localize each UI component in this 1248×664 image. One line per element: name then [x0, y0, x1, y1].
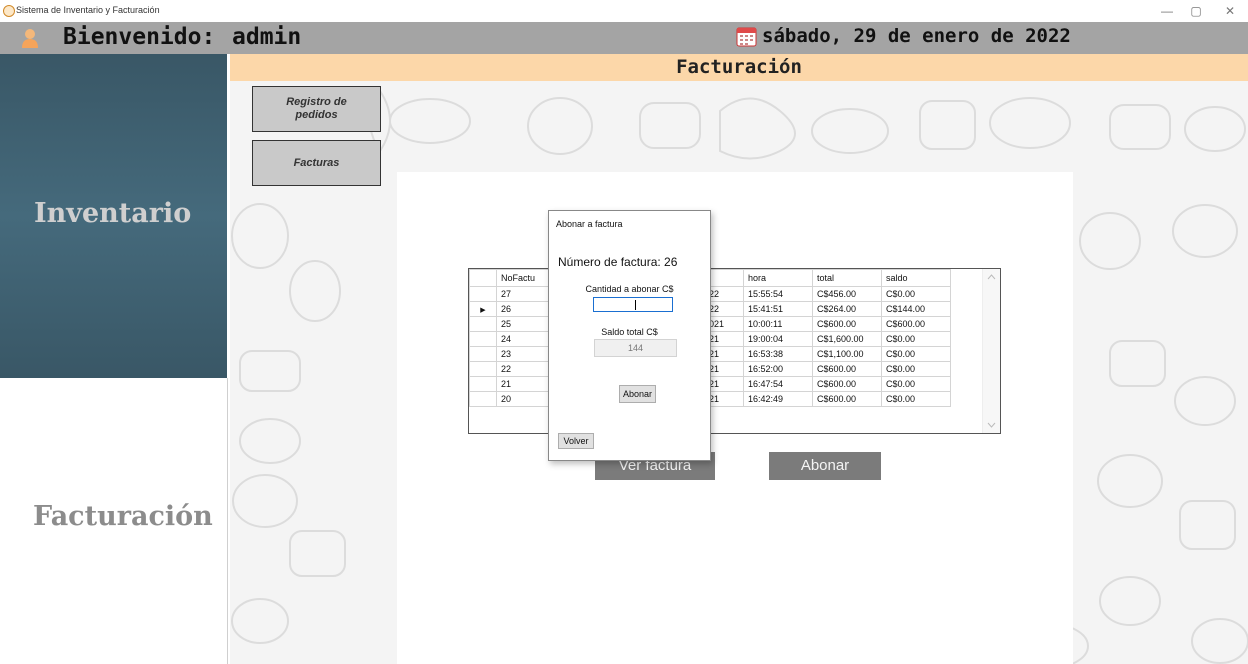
table-cell[interactable]: C$0.00	[881, 331, 951, 347]
dialog-title: Abonar a factura	[556, 219, 623, 229]
table-cell[interactable]: C$0.00	[881, 346, 951, 362]
table-cell[interactable]: C$0.00	[881, 286, 951, 302]
table-scrollbar[interactable]	[982, 269, 1000, 433]
row-header-corner	[469, 269, 497, 287]
table-cell[interactable]: C$600.00	[812, 391, 882, 407]
table-cell[interactable]: 16:42:49	[743, 391, 813, 407]
payment-dialog: Abonar a factura Número de factura: 26 C…	[548, 210, 711, 461]
table-cell[interactable]: C$600.00	[881, 316, 951, 332]
table-cell[interactable]: C$0.00	[881, 391, 951, 407]
table-cell[interactable]: 16:53:38	[743, 346, 813, 362]
maximize-button[interactable]: ▢	[1181, 3, 1211, 19]
table-cell[interactable]: C$600.00	[812, 361, 882, 377]
sidebar-item-label: Facturación	[33, 501, 213, 532]
back-button[interactable]: Volver	[558, 433, 594, 449]
pay-button[interactable]: Abonar	[769, 452, 881, 480]
close-button[interactable]: ✕	[1215, 3, 1245, 19]
current-row-icon: ▶	[480, 307, 486, 314]
username-label: admin	[232, 24, 302, 50]
app-icon	[3, 5, 15, 17]
orders-register-button[interactable]: Registro de pedidos	[252, 86, 381, 132]
section-title: Facturación	[676, 56, 802, 78]
table-cell[interactable]: C$600.00	[812, 376, 882, 392]
row-header[interactable]	[469, 346, 497, 362]
sidebar-item-inventario[interactable]: Inventario	[0, 54, 227, 378]
table-cell[interactable]: 15:55:54	[743, 286, 813, 302]
main-area: Facturación Registro de pedidos Facturas…	[230, 54, 1248, 664]
table-cell[interactable]: C$456.00	[812, 286, 882, 302]
table-cell[interactable]: 19:00:04	[743, 331, 813, 347]
balance-label: Saldo total C$	[601, 327, 658, 337]
table-cell[interactable]: C$1,100.00	[812, 346, 882, 362]
text-caret	[635, 300, 636, 310]
table-cell[interactable]: C$264.00	[812, 301, 882, 317]
minimize-button[interactable]: —	[1152, 3, 1182, 19]
table-cell[interactable]: C$1,600.00	[812, 331, 882, 347]
current-date: sábado, 29 de enero de 2022	[762, 25, 1071, 47]
column-header[interactable]: total	[812, 269, 882, 287]
row-header[interactable]	[469, 286, 497, 302]
balance-field: 144	[594, 339, 677, 357]
table-cell[interactable]: 15:41:51	[743, 301, 813, 317]
amount-label: Cantidad a abonar C$	[585, 284, 674, 294]
user-icon	[22, 29, 38, 48]
header-bar: Bienvenido: admin sábado, 29 de enero de…	[0, 22, 1248, 54]
row-header[interactable]	[469, 361, 497, 377]
invoices-button-label: Facturas	[293, 156, 340, 169]
dialog-pay-button[interactable]: Abonar	[619, 385, 656, 403]
row-header[interactable]	[469, 376, 497, 392]
table-cell[interactable]: C$0.00	[881, 376, 951, 392]
amount-input[interactable]	[593, 297, 673, 312]
scroll-arrows-icon	[987, 274, 996, 428]
sidebar-item-facturacion[interactable]: Facturación	[0, 378, 228, 664]
calendar-icon	[736, 27, 757, 47]
column-header[interactable]: saldo	[881, 269, 951, 287]
table-cell[interactable]: 16:47:54	[743, 376, 813, 392]
table-cell[interactable]: 10:00:11	[743, 316, 813, 332]
row-header[interactable]	[469, 316, 497, 332]
orders-register-label: Registro de pedidos	[286, 96, 347, 121]
table-cell[interactable]: 16:52:00	[743, 361, 813, 377]
window-titlebar: Sistema de Inventario y Facturación — ▢ …	[0, 0, 1248, 22]
column-header[interactable]: hora	[743, 269, 813, 287]
sidebar-item-label: Inventario	[34, 198, 192, 229]
table-cell[interactable]: C$600.00	[812, 316, 882, 332]
table-cell[interactable]: C$0.00	[881, 361, 951, 377]
row-header[interactable]: ▶	[469, 301, 497, 317]
welcome-label: Bienvenido:	[63, 24, 216, 50]
invoices-button[interactable]: Facturas	[252, 140, 381, 186]
window-title: Sistema de Inventario y Facturación	[16, 5, 160, 15]
invoice-number-label: Número de factura: 26	[558, 255, 678, 269]
row-header[interactable]	[469, 391, 497, 407]
table-cell[interactable]: C$144.00	[881, 301, 951, 317]
row-header[interactable]	[469, 331, 497, 347]
section-header: Facturación	[230, 54, 1248, 81]
